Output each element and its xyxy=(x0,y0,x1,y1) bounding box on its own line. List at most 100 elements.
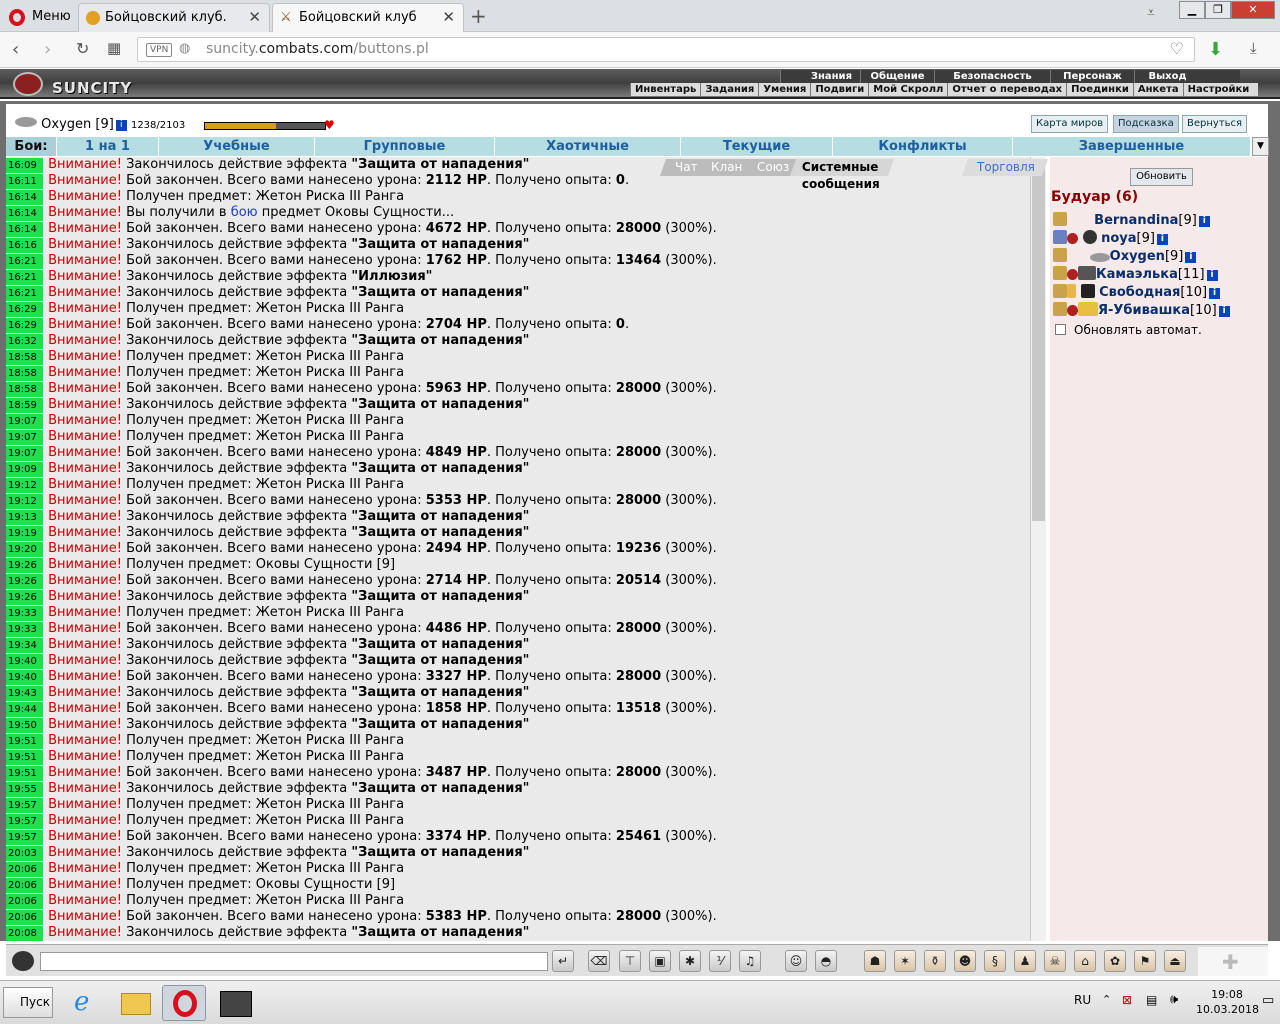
tray-expand-icon[interactable]: ⌃ xyxy=(1102,993,1111,1006)
puzzle-icon[interactable]: ✚ xyxy=(1198,947,1268,976)
start-button[interactable]: Пуск xyxy=(3,987,53,1018)
exit-icon[interactable]: ⏏ xyxy=(1164,950,1186,972)
checkbox-box[interactable] xyxy=(1055,324,1066,335)
player-name[interactable]: Oxygen xyxy=(1110,249,1165,264)
chat-tab-system[interactable]: Системные сообщения xyxy=(789,159,894,191)
tab-current[interactable]: Текущие xyxy=(681,137,833,156)
back-icon[interactable]: ‹ xyxy=(12,39,19,60)
message-time[interactable]: 16:16 xyxy=(6,238,44,253)
info-icon[interactable]: i xyxy=(1206,270,1218,281)
browser-tab-1[interactable]: Бойцовский клуб. ✕ xyxy=(78,3,270,32)
menu-feats[interactable]: Подвиги xyxy=(810,83,868,96)
message-time[interactable]: 20:03 xyxy=(6,846,44,861)
message-time[interactable]: 19:26 xyxy=(6,574,44,589)
message-time[interactable]: 16:11 xyxy=(6,174,44,189)
menu-skills[interactable]: Умения xyxy=(758,83,810,96)
browser-tab-2[interactable]: ⚔ Бойцовский клуб ✕ xyxy=(272,3,464,32)
message-time[interactable]: 18:58 xyxy=(6,382,44,397)
save-icon[interactable]: ▣ xyxy=(649,950,671,972)
eraser-icon[interactable]: ⌫ xyxy=(588,950,610,972)
forward-icon[interactable]: › xyxy=(44,39,51,60)
magic-icon[interactable]: ✶ xyxy=(894,950,916,972)
info-icon[interactable]: i xyxy=(1198,216,1210,227)
message-time[interactable]: 19:07 xyxy=(6,430,44,445)
message-time[interactable]: 19:12 xyxy=(6,494,44,509)
mask-icon[interactable]: ☻ xyxy=(954,950,976,972)
message-time[interactable]: 16:32 xyxy=(6,334,44,349)
menu-profile[interactable]: Анкета xyxy=(1132,83,1183,96)
folder-icon[interactable] xyxy=(114,985,158,1021)
message-time[interactable]: 19:13 xyxy=(6,510,44,525)
message-time[interactable]: 16:09 xyxy=(6,158,44,173)
battle-invite-icon[interactable] xyxy=(1053,266,1067,280)
message-time[interactable]: 19:50 xyxy=(6,718,44,733)
message-time[interactable]: 19:57 xyxy=(6,798,44,813)
fighter-icon[interactable]: ✱ xyxy=(679,950,701,972)
message-time[interactable]: 16:29 xyxy=(6,318,44,333)
message-time[interactable]: 19:51 xyxy=(6,750,44,765)
battle-invite-icon[interactable] xyxy=(1053,212,1067,226)
tab-finished[interactable]: Завершенные xyxy=(1013,137,1251,156)
message-time[interactable]: 19:09 xyxy=(6,462,44,477)
media-player-icon[interactable] xyxy=(214,985,258,1021)
menu-security[interactable]: Безопасность xyxy=(934,70,1050,83)
bag-icon[interactable]: ⚱ xyxy=(924,950,946,972)
tab-chaotic[interactable]: Хаотичные xyxy=(495,137,681,156)
message-time[interactable]: 19:33 xyxy=(6,622,44,637)
message-time[interactable]: 19:51 xyxy=(6,766,44,781)
menu-settings[interactable]: Настройки xyxy=(1182,83,1254,96)
message-time[interactable]: 16:14 xyxy=(6,190,44,205)
battle-invite-icon[interactable] xyxy=(1053,284,1067,298)
info-icon[interactable]: i xyxy=(1209,288,1221,299)
hint-button[interactable]: Подсказка xyxy=(1113,115,1179,133)
message-time[interactable]: 19:12 xyxy=(6,478,44,493)
message-time[interactable]: 16:14 xyxy=(6,206,44,221)
scroll-icon[interactable]: § xyxy=(984,950,1006,972)
opera-taskbar-icon[interactable] xyxy=(162,985,206,1021)
menu-exit[interactable]: Выход xyxy=(1134,70,1200,83)
close-tab-icon[interactable]: ✕ xyxy=(248,4,261,31)
info-icon[interactable]: i xyxy=(1156,234,1168,245)
message-time[interactable]: 19:07 xyxy=(6,414,44,429)
message-time[interactable]: 18:58 xyxy=(6,350,44,365)
bookmark-heart-icon[interactable]: ♡ xyxy=(1170,39,1184,58)
message-time[interactable]: 20:06 xyxy=(6,910,44,925)
downloads-icon[interactable]: ⤓ xyxy=(1250,39,1257,57)
player-name[interactable]: Bernandina xyxy=(1094,213,1178,228)
opera-menu-button[interactable]: Меню xyxy=(0,3,73,32)
message-time[interactable]: 16:21 xyxy=(6,270,44,285)
scrollbar-thumb[interactable] xyxy=(1032,159,1045,521)
auto-refresh-checkbox[interactable]: Обновлять автомат. xyxy=(1055,323,1202,337)
tab-menu-icon[interactable]: ⩡ xyxy=(1147,5,1155,21)
message-time[interactable]: 19:19 xyxy=(6,526,44,541)
info-icon[interactable]: i xyxy=(1218,306,1230,317)
close-tab-icon[interactable]: ✕ xyxy=(442,4,455,31)
message-time[interactable]: 19:43 xyxy=(6,686,44,701)
battle-link[interactable]: бою xyxy=(231,205,258,220)
menu-quests[interactable]: Задания xyxy=(700,83,758,96)
refresh-button[interactable]: Обновить xyxy=(1130,168,1193,186)
message-time[interactable]: 19:57 xyxy=(6,814,44,829)
volume-icon[interactable]: 🕪 xyxy=(1170,992,1178,1007)
chat-mode-icon[interactable] xyxy=(12,951,34,971)
flag-icon[interactable]: ⚑ xyxy=(1134,950,1156,972)
tab-1v1[interactable]: 1 на 1 xyxy=(57,137,159,156)
message-time[interactable]: 19:44 xyxy=(6,702,44,717)
menu-social[interactable]: Общение xyxy=(860,70,934,83)
message-time[interactable]: 19:26 xyxy=(6,558,44,573)
info-icon[interactable]: i xyxy=(1185,252,1197,263)
chat-input[interactable] xyxy=(40,952,548,971)
menu-inventory[interactable]: Инвентарь xyxy=(630,83,700,96)
filter-icon[interactable]: ⊤ xyxy=(619,950,641,972)
message-time[interactable]: 16:29 xyxy=(6,302,44,317)
notification-icon[interactable]: ▭ xyxy=(1262,993,1274,1008)
message-time[interactable]: 19:40 xyxy=(6,654,44,669)
close-window-button[interactable]: ✕ xyxy=(1231,1,1275,19)
message-time[interactable]: 19:20 xyxy=(6,542,44,557)
message-time[interactable]: 16:21 xyxy=(6,286,44,301)
message-time[interactable]: 16:21 xyxy=(6,254,44,269)
clock[interactable]: 19:08 10.03.2018 xyxy=(1196,987,1259,1017)
character-name[interactable]: Oxygen xyxy=(41,117,91,132)
menu-knowledge[interactable]: Знания xyxy=(780,70,860,83)
message-time[interactable]: 19:51 xyxy=(6,734,44,749)
